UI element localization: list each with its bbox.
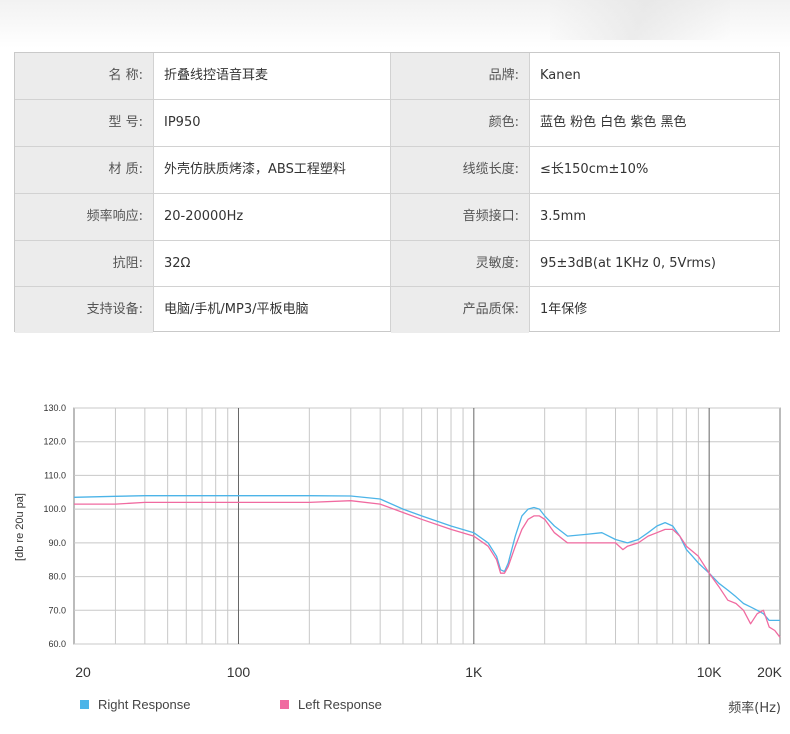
y-tick-label: 70.0 bbox=[48, 605, 66, 615]
spec-label: 频率响应: bbox=[15, 194, 153, 240]
x-tick-label: 20 bbox=[75, 664, 91, 680]
spec-value: 95±3dB(at 1KHz 0, 5Vrms) bbox=[540, 256, 716, 271]
spec-label: 产品质保: bbox=[391, 287, 529, 333]
column-divider bbox=[153, 53, 154, 331]
y-tick-label: 120.0 bbox=[43, 437, 66, 447]
spec-value: 蓝色 粉色 白色 紫色 黑色 bbox=[540, 115, 687, 130]
legend-label: Left Response bbox=[298, 697, 382, 712]
x-tick-label: 100 bbox=[227, 664, 251, 680]
spec-label: 材 质: bbox=[15, 147, 153, 193]
spec-label: 名 称: bbox=[15, 53, 153, 99]
spec-value: 折叠线控语音耳麦 bbox=[164, 68, 269, 83]
legend-item-right-response: Right Response bbox=[80, 697, 191, 712]
spec-label: 灵敏度: bbox=[391, 241, 529, 287]
legend-swatch bbox=[280, 700, 289, 709]
y-tick-label: 80.0 bbox=[48, 572, 66, 582]
x-tick-label: 10K bbox=[697, 664, 723, 680]
plot-frame bbox=[73, 407, 781, 645]
y-tick-label: 100.0 bbox=[43, 504, 66, 514]
spec-label: 线缆长度: bbox=[391, 147, 529, 193]
y-tick-label: 90.0 bbox=[48, 538, 66, 548]
series-lines bbox=[73, 495, 781, 638]
legend-swatch bbox=[80, 700, 89, 709]
legend-label: Right Response bbox=[98, 697, 191, 712]
y-tick-labels: 130.0 120.0 110.0 100.0 90.0 80.0 70.0 60.0 bbox=[43, 403, 66, 649]
x-tick-label: 1K bbox=[465, 664, 483, 680]
spec-value: 32Ω bbox=[164, 256, 191, 271]
spec-label: 颜色: bbox=[391, 100, 529, 146]
y-axis-label: [db re 20u pa] bbox=[14, 493, 26, 561]
spec-row: 抗阻: 32Ω 灵敏度: 95±3dB(at 1KHz 0, 5Vrms) bbox=[15, 240, 779, 287]
spec-table: 名 称: 折叠线控语音耳麦 品牌: Kanen 型 号: IP950 颜色: 蓝… bbox=[14, 52, 780, 333]
y-tick-label: 110.0 bbox=[44, 470, 66, 480]
spec-label: 抗阻: bbox=[15, 241, 153, 287]
spec-row: 材 质: 外壳仿肤质烤漆，ABS工程塑料 线缆长度: ≤长150cm±10% bbox=[15, 146, 779, 193]
x-axis-unit-label: 频率(Hz) bbox=[728, 701, 781, 716]
chart-grid bbox=[73, 407, 781, 645]
spec-row: 支持设备: 电脑/手机/MP3/平板电脑 产品质保: 1年保修 bbox=[15, 286, 779, 333]
spec-value: 外壳仿肤质烤漆，ABS工程塑料 bbox=[164, 162, 346, 177]
y-tick-label: 60.0 bbox=[48, 639, 66, 649]
spec-value: 3.5mm bbox=[540, 209, 587, 224]
x-tick-label: 20K bbox=[757, 664, 783, 680]
spec-label: 音频接口: bbox=[391, 194, 529, 240]
spec-value: 电脑/手机/MP3/平板电脑 bbox=[164, 302, 309, 317]
x-tick-labels: 20 100 1K 10K 20K bbox=[75, 664, 782, 680]
spec-label: 品牌: bbox=[391, 53, 529, 99]
column-divider bbox=[390, 53, 391, 331]
spec-value: 1年保修 bbox=[540, 302, 588, 317]
spec-value: 20-20000Hz bbox=[164, 209, 244, 224]
legend-item-left-response: Left Response bbox=[280, 697, 382, 712]
spec-row: 频率响应: 20-20000Hz 音频接口: 3.5mm bbox=[15, 193, 779, 240]
y-tick-label: 130.0 bbox=[43, 403, 66, 413]
spec-value: Kanen bbox=[540, 68, 581, 83]
spec-value: IP950 bbox=[164, 115, 201, 130]
spec-value: ≤长150cm±10% bbox=[540, 162, 649, 177]
column-divider bbox=[529, 53, 530, 331]
left-response-line bbox=[74, 500, 781, 638]
spec-row: 型 号: IP950 颜色: 蓝色 粉色 白色 紫色 黑色 bbox=[15, 99, 779, 146]
spec-label: 支持设备: bbox=[15, 287, 153, 333]
right-response-line bbox=[73, 495, 780, 622]
frequency-response-chart: 130.0 120.0 110.0 100.0 90.0 80.0 70.0 60.0 20 1… bbox=[14, 403, 783, 680]
spec-label: 型 号: bbox=[15, 100, 153, 146]
spec-row: 名 称: 折叠线控语音耳麦 品牌: Kanen bbox=[15, 53, 779, 99]
top-decorative-band bbox=[0, 0, 790, 48]
